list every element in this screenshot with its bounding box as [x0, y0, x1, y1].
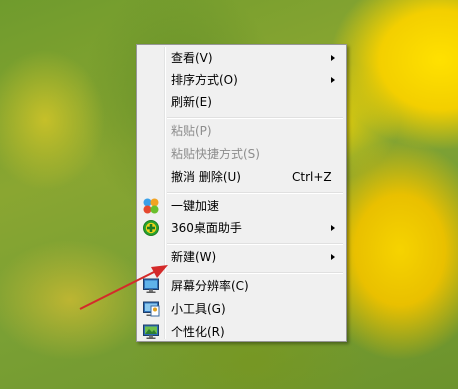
- menu-item-sort-by[interactable]: 排序方式(O): [139, 69, 344, 91]
- menu-separator: [167, 192, 343, 193]
- desktop-context-menu: 查看(V) 排序方式(O) 刷新(E) 粘贴(P) 粘贴快捷方式(S) 撤消 删…: [136, 44, 347, 342]
- menu-item-undo-delete-label: 撤消 删除(U): [171, 170, 241, 184]
- submenu-arrow-icon: [331, 254, 335, 260]
- menu-item-new[interactable]: 新建(W): [139, 246, 344, 268]
- monitor-icon: [143, 278, 159, 293]
- menu-separator: [167, 117, 343, 118]
- menu-item-refresh-label: 刷新(E): [171, 95, 212, 109]
- menu-item-undo-shortcut: Ctrl+Z: [292, 170, 332, 184]
- submenu-arrow-icon: [331, 225, 335, 231]
- menu-item-view[interactable]: 查看(V): [139, 47, 344, 69]
- menu-item-gadgets[interactable]: 小工具(G): [139, 298, 344, 320]
- menu-item-sort-by-label: 排序方式(O): [171, 73, 238, 87]
- menu-item-view-label: 查看(V): [171, 51, 213, 65]
- menu-item-speed-up[interactable]: 一键加速: [139, 195, 344, 217]
- menu-item-gadgets-label: 小工具(G): [171, 302, 226, 316]
- menu-item-paste-shortcut-label: 粘贴快捷方式(S): [171, 147, 260, 161]
- personalize-icon: [143, 324, 159, 339]
- menu-separator: [167, 243, 343, 244]
- submenu-arrow-icon: [331, 55, 335, 61]
- menu-item-screen-resolution[interactable]: 屏幕分辨率(C): [139, 275, 344, 297]
- menu-item-speed-up-label: 一键加速: [171, 199, 220, 213]
- menu-item-360-desktop-helper[interactable]: 360桌面助手: [139, 217, 344, 239]
- menu-item-paste[interactable]: 粘贴(P): [139, 120, 344, 142]
- menu-separator: [167, 272, 343, 273]
- menu-item-personalize-label: 个性化(R): [171, 325, 225, 339]
- menu-item-paste-label: 粘贴(P): [171, 124, 212, 138]
- menu-item-refresh[interactable]: 刷新(E): [139, 91, 344, 113]
- menu-item-undo-delete[interactable]: 撤消 删除(U) Ctrl+Z: [139, 166, 344, 188]
- menu-item-new-label: 新建(W): [171, 250, 217, 264]
- 360-plus-icon: [143, 220, 159, 236]
- submenu-arrow-icon: [331, 77, 335, 83]
- menu-item-paste-shortcut[interactable]: 粘贴快捷方式(S): [139, 143, 344, 165]
- speed-up-icon: [143, 198, 159, 214]
- menu-item-screen-resolution-label: 屏幕分辨率(C): [171, 279, 249, 293]
- menu-item-360-desktop-helper-label: 360桌面助手: [171, 221, 242, 235]
- menu-item-personalize[interactable]: 个性化(R): [139, 321, 344, 343]
- gadgets-icon: [143, 301, 160, 317]
